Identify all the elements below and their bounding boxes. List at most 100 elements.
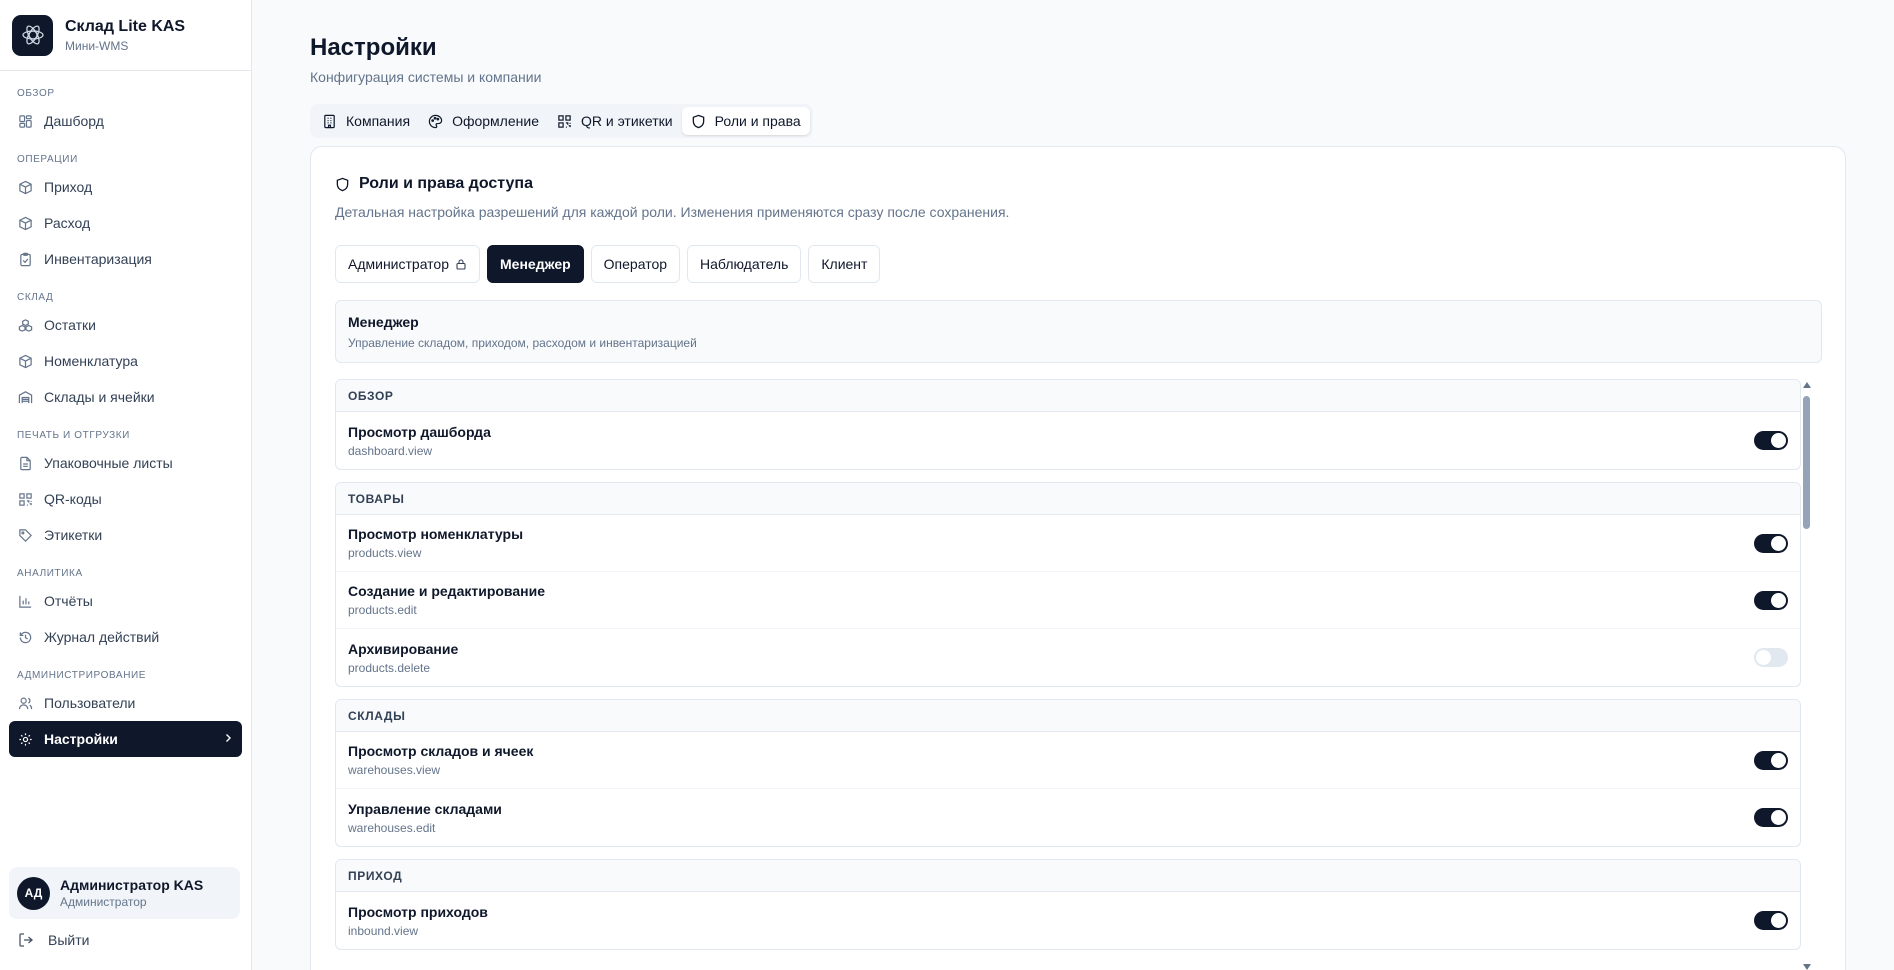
nav-section-overview: Обзор — [17, 88, 55, 99]
permission-name: Просмотр номенклатуры — [348, 526, 524, 542]
role-label: Клиент — [821, 256, 868, 272]
lock-icon — [455, 258, 467, 270]
group-title: Приход — [336, 860, 1800, 892]
permission-group-products: Товары Просмотр номенклатуры products.vie… — [335, 482, 1801, 687]
scroll-down-arrow-icon[interactable] — [1803, 964, 1811, 970]
sidebar-item-inventory[interactable]: Инвентаризация — [9, 241, 242, 277]
sidebar-item-inbound[interactable]: Приход — [9, 169, 242, 205]
permission-row: Архивирование products.delete — [336, 629, 1800, 686]
permission-name: Создание и редактирование — [348, 583, 545, 599]
card-subtitle: Детальная настройка разрешений для каждо… — [335, 204, 1010, 220]
permission-name: Просмотр приходов — [348, 903, 488, 920]
role-button-operator[interactable]: Оператор — [590, 245, 681, 283]
shield-icon — [335, 177, 350, 192]
permission-toggle[interactable] — [1754, 648, 1788, 667]
roles-card: Роли и права доступа Детальная настройка… — [310, 146, 1846, 970]
role-info-description: Управление складом, приходом, расходом и… — [348, 336, 697, 350]
qr-code-icon — [17, 491, 33, 507]
permissions-scrollbar[interactable] — [1801, 380, 1811, 970]
gear-icon — [17, 731, 33, 747]
sidebar-item-label: Остатки — [44, 317, 96, 333]
group-title: Товары — [336, 483, 1800, 515]
sidebar-item-labels[interactable]: Этикетки — [9, 517, 242, 553]
permission-toggle[interactable] — [1754, 590, 1788, 610]
permission-code: inbound.view — [348, 923, 419, 938]
shield-icon — [691, 114, 706, 129]
permission-toggle[interactable] — [1754, 808, 1788, 827]
group-title: Обзор — [336, 380, 1800, 412]
permission-name: Просмотр дашборда — [348, 423, 491, 440]
permissions-list[interactable]: Обзор Просмотр дашборда dashboard.view То… — [335, 379, 1823, 967]
bar-chart-icon — [17, 593, 33, 609]
sidebar-item-packing[interactable]: Упаковочные листы — [9, 445, 242, 481]
permission-code: products.delete — [348, 660, 431, 675]
sidebar: Склад Lite KAS Мини-WMS Обзор Дашборд Оп… — [0, 0, 252, 970]
user-role: Администратор — [60, 895, 147, 909]
nav-section-analytics: Аналитика — [17, 568, 83, 579]
tab-appearance[interactable]: Оформление — [419, 107, 548, 135]
tab-label: Роли и права — [714, 113, 801, 129]
role-label: Наблюдатель — [700, 256, 789, 272]
tab-label: Компания — [346, 113, 411, 129]
permission-name: Управление складами — [348, 800, 502, 817]
tab-qr-labels[interactable]: QR и этикетки — [548, 107, 682, 135]
nav-section-operations: Операции — [17, 154, 78, 165]
permission-row: Просмотр складов и ячеек warehouses.view — [336, 732, 1800, 789]
file-text-icon — [17, 455, 33, 471]
avatar: АД — [17, 876, 50, 910]
role-button-client[interactable]: Клиент — [808, 245, 881, 283]
qr-code-icon — [557, 114, 572, 129]
box-icon — [17, 353, 33, 369]
sidebar-item-warehouses[interactable]: Склады и ячейки — [9, 379, 242, 415]
role-button-admin[interactable]: Администратор — [335, 245, 481, 283]
sidebar-item-label: Этикетки — [44, 527, 103, 543]
permission-toggle[interactable] — [1754, 911, 1788, 930]
permission-code: products.edit — [348, 603, 417, 617]
palette-icon — [428, 114, 443, 129]
permission-code: products.view — [348, 546, 422, 560]
sidebar-item-outbound[interactable]: Расход — [9, 205, 242, 241]
sidebar-item-qrcodes[interactable]: QR-коды — [9, 481, 242, 517]
card-title-text: Роли и права доступа — [359, 175, 533, 192]
sidebar-item-dashboard[interactable]: Дашборд — [9, 103, 242, 139]
package-icon — [17, 179, 33, 195]
user-name: Администратор KAS — [60, 877, 204, 893]
sidebar-item-reports[interactable]: Отчёты — [9, 583, 242, 619]
sidebar-item-label: Склады и ячейки — [44, 389, 155, 405]
role-info-panel: Менеджер Управление складом, приходом, р… — [335, 300, 1822, 363]
chevron-right-icon — [222, 731, 234, 747]
main-content: Настройки Конфигурация системы и компани… — [253, 0, 1894, 970]
permission-code: warehouses.edit — [348, 820, 436, 835]
sidebar-item-products[interactable]: Номенклатура — [9, 343, 242, 379]
permission-toggle[interactable] — [1754, 750, 1788, 770]
role-button-manager[interactable]: Менеджер — [487, 245, 584, 283]
dashboard-grid-icon — [17, 113, 33, 129]
role-button-observer[interactable]: Наблюдатель — [687, 245, 802, 283]
permission-group-overview: Обзор Просмотр дашборда dashboard.view — [335, 379, 1801, 470]
card-title: Роли и права доступа — [335, 175, 533, 193]
logout-label: Выйти — [48, 932, 90, 948]
scrollbar-thumb[interactable] — [1803, 396, 1810, 529]
scroll-up-arrow-icon[interactable] — [1803, 382, 1811, 388]
nav-section-admin: Администрирование — [17, 670, 147, 681]
permission-name: Просмотр складов и ячеек — [348, 743, 534, 759]
sidebar-item-settings[interactable]: Настройки — [9, 721, 242, 757]
tab-label: QR и этикетки — [580, 113, 673, 129]
building-icon — [322, 114, 337, 129]
logout-icon — [18, 932, 34, 948]
brand[interactable]: Склад Lite KAS Мини-WMS — [0, 0, 251, 71]
permission-row: Просмотр приходов inbound.view — [336, 892, 1800, 949]
permission-toggle[interactable] — [1754, 533, 1788, 553]
tab-company[interactable]: Компания — [313, 107, 419, 135]
sidebar-item-stock[interactable]: Остатки — [9, 307, 242, 343]
user-card[interactable]: АД Администратор KAS Администратор — [9, 867, 240, 919]
permission-toggle[interactable] — [1754, 431, 1788, 450]
sidebar-item-label: Приход — [44, 179, 93, 195]
sidebar-item-journal[interactable]: Журнал действий — [9, 619, 242, 655]
permission-code: warehouses.view — [348, 763, 441, 777]
logout-button[interactable]: Выйти — [18, 932, 89, 948]
tab-roles[interactable]: Роли и права — [681, 107, 810, 135]
permission-row: Управление складами warehouses.edit — [336, 789, 1800, 846]
boxes-icon — [17, 317, 33, 333]
sidebar-item-users[interactable]: Пользователи — [9, 685, 242, 721]
